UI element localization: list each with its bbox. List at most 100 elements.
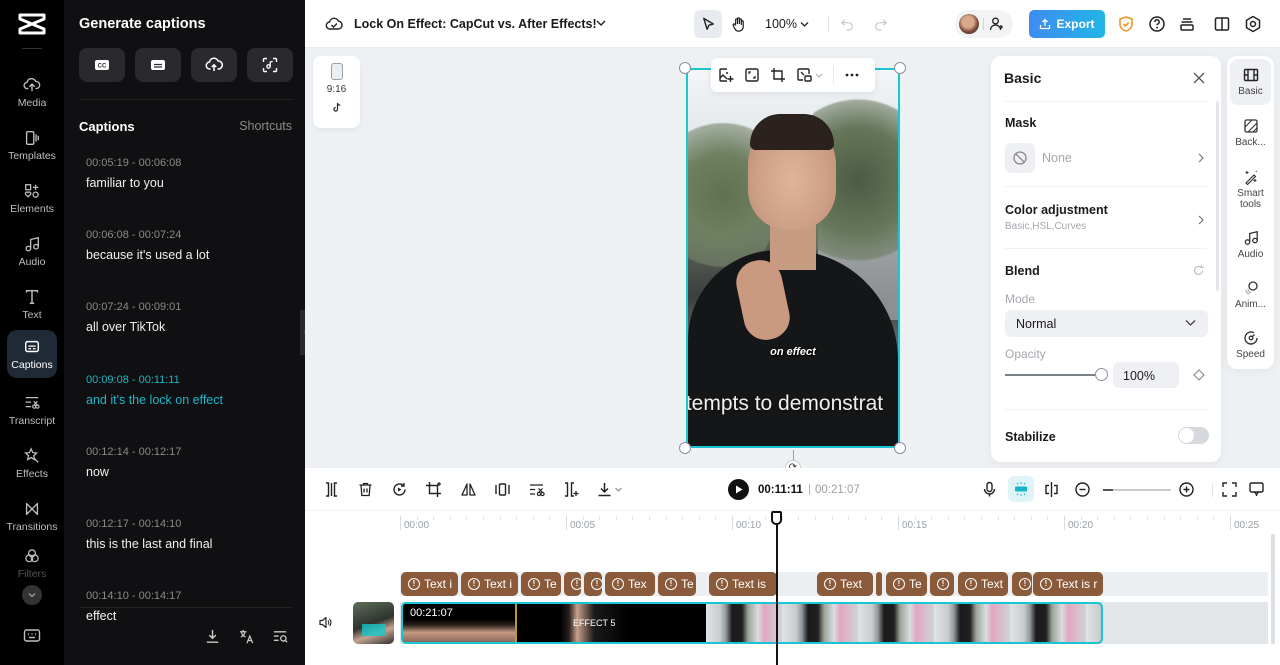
keyframe-icon[interactable] (1193, 369, 1205, 381)
opacity-slider-track[interactable] (1005, 374, 1099, 376)
export-button[interactable]: Export (1029, 10, 1105, 38)
mirror-icon[interactable] (460, 481, 477, 498)
text-clip[interactable]: ! (930, 572, 954, 596)
avatar[interactable] (959, 14, 979, 34)
blend-mode-dropdown[interactable]: Normal (1005, 310, 1208, 337)
nav-item-filters[interactable]: Filters (7, 545, 57, 581)
select-tool-button[interactable] (694, 10, 722, 38)
text-clip[interactable]: ! Text i (401, 572, 458, 596)
caption-item-active[interactable]: 00:09:08 - 00:11:11 and it's the lock on… (86, 374, 296, 439)
nav-more-button[interactable] (22, 585, 42, 605)
subtitle-caption[interactable]: ttempts to demonstrat (688, 392, 883, 416)
caption-text[interactable]: effect (86, 609, 296, 623)
nav-item-transitions[interactable]: Transitions (7, 492, 57, 540)
resize-handle-top-left[interactable] (679, 62, 691, 74)
shield-check-icon[interactable] (1117, 15, 1135, 33)
nav-item-text[interactable]: Text (7, 280, 57, 328)
split-add-icon[interactable] (562, 481, 579, 498)
timeline[interactable]: 00:00 00:05 00:10 00:15 00:20 00:25 ! Text i! T… (305, 511, 1280, 665)
split-icon[interactable] (323, 481, 340, 498)
crop-icon[interactable] (425, 481, 442, 498)
nav-item-templates[interactable]: Templates (7, 121, 57, 169)
tab-smart-tools[interactable]: Smart tools (1230, 161, 1271, 217)
resize-handle-top-right[interactable] (894, 62, 906, 74)
reverse-icon[interactable] (494, 481, 511, 498)
chevron-right-icon[interactable] (1196, 153, 1206, 163)
caption-text[interactable]: and it's the lock on effect (86, 393, 296, 407)
linkage-icon[interactable] (1043, 481, 1060, 498)
text-clip[interactable]: ! Te (521, 572, 561, 596)
caption-item[interactable]: 00:07:24 - 00:09:01 all over TikTok (86, 301, 296, 366)
timeline-zoom-slider[interactable] (1103, 489, 1171, 491)
caption-item[interactable]: 00:06:08 - 00:07:24 because it's used a … (86, 229, 296, 294)
text-clip[interactable]: ! Text (817, 572, 873, 596)
mask-value[interactable]: None (1042, 151, 1072, 165)
tab-basic[interactable]: Basic (1230, 59, 1271, 105)
project-title[interactable]: Lock On Effect: CapCut vs. After Effects… (354, 17, 597, 31)
aspect-ratio-selector[interactable]: 9:16 (313, 56, 360, 128)
zoom-level-dropdown[interactable]: 100% (765, 17, 809, 31)
opacity-slider-thumb[interactable] (1095, 368, 1108, 381)
chevron-right-icon[interactable] (1196, 215, 1206, 225)
auto-snap-toggle[interactable] (1008, 476, 1034, 502)
nav-item-elements[interactable]: Elements (7, 174, 57, 222)
caption-item[interactable]: 00:12:14 - 00:12:17 now (86, 446, 296, 511)
download-icon[interactable] (596, 481, 613, 498)
scan-lyrics-button[interactable] (247, 48, 293, 82)
zoom-in-icon[interactable] (1178, 481, 1195, 498)
color-adjustment-label[interactable]: Color adjustment (1005, 203, 1108, 217)
undo-button[interactable] (833, 10, 861, 38)
layout-panel-icon[interactable] (1213, 15, 1231, 33)
tab-animation[interactable]: Anim... (1230, 272, 1271, 318)
more-options-icon[interactable] (844, 67, 860, 83)
picture-in-picture-icon[interactable] (796, 67, 812, 83)
resize-handle-bottom-right[interactable] (894, 442, 906, 454)
video-clip[interactable]: 00:21:07 EFFECT 5 (401, 602, 1103, 644)
volume-icon[interactable] (318, 615, 333, 630)
replace-media-icon[interactable] (718, 67, 734, 83)
stabilize-toggle[interactable] (1178, 427, 1209, 444)
caption-item[interactable]: 00:05:19 - 00:06:08 familiar to you (86, 157, 296, 222)
video-preview[interactable]: on effect ttempts to demonstrat (686, 68, 900, 448)
close-icon[interactable] (1192, 71, 1206, 85)
text-clip[interactable]: ! Text is (709, 572, 777, 596)
download-icon[interactable] (204, 628, 221, 645)
playhead-handle[interactable] (771, 511, 782, 525)
caption-item[interactable]: 00:12:17 - 00:14:10 this is the last and… (86, 518, 296, 583)
properties-scrollbar[interactable] (1216, 101, 1219, 291)
play-button[interactable] (728, 479, 749, 500)
text-clip[interactable]: ! (564, 572, 581, 596)
tab-audio[interactable]: Audio (1230, 222, 1271, 268)
text-clip[interactable] (876, 572, 882, 596)
reset-icon[interactable] (1192, 264, 1205, 277)
opacity-input[interactable]: 100% (1113, 362, 1179, 388)
upload-captions-button[interactable] (191, 48, 237, 82)
layers-icon[interactable] (1178, 15, 1196, 33)
crop-icon[interactable] (770, 67, 786, 83)
freeze-frame-icon[interactable] (391, 481, 408, 498)
text-clip[interactable]: ! Tex (605, 572, 655, 596)
mask-preview[interactable] (1005, 143, 1035, 173)
text-clip[interactable]: ! Te (658, 572, 696, 596)
subtitle-button[interactable] (135, 48, 181, 82)
comment-icon[interactable] (1248, 481, 1265, 498)
nav-item-audio[interactable]: Audio (7, 227, 57, 275)
transcript-edit-icon[interactable] (528, 481, 545, 498)
search-captions-icon[interactable] (272, 628, 289, 645)
chevron-down-icon[interactable] (614, 481, 623, 498)
nav-item-transcript[interactable]: Transcript (7, 386, 57, 434)
chevron-down-icon[interactable] (815, 67, 823, 83)
caption-text[interactable]: all over TikTok (86, 320, 296, 334)
keyboard-shortcuts-icon[interactable] (23, 628, 41, 644)
settings-icon[interactable] (1244, 15, 1262, 33)
overlay-caption[interactable]: on effect (688, 346, 898, 358)
playhead[interactable] (776, 511, 778, 665)
translate-icon[interactable] (238, 628, 255, 645)
nav-item-captions[interactable]: Captions (7, 330, 57, 378)
add-user-icon[interactable] (989, 16, 1005, 32)
caption-text[interactable]: because it's used a lot (86, 248, 296, 262)
hand-tool-button[interactable] (724, 10, 752, 38)
text-clip[interactable]: ! Text i (461, 572, 518, 596)
cloud-saved-icon[interactable] (325, 15, 343, 33)
help-icon[interactable] (1148, 15, 1166, 33)
